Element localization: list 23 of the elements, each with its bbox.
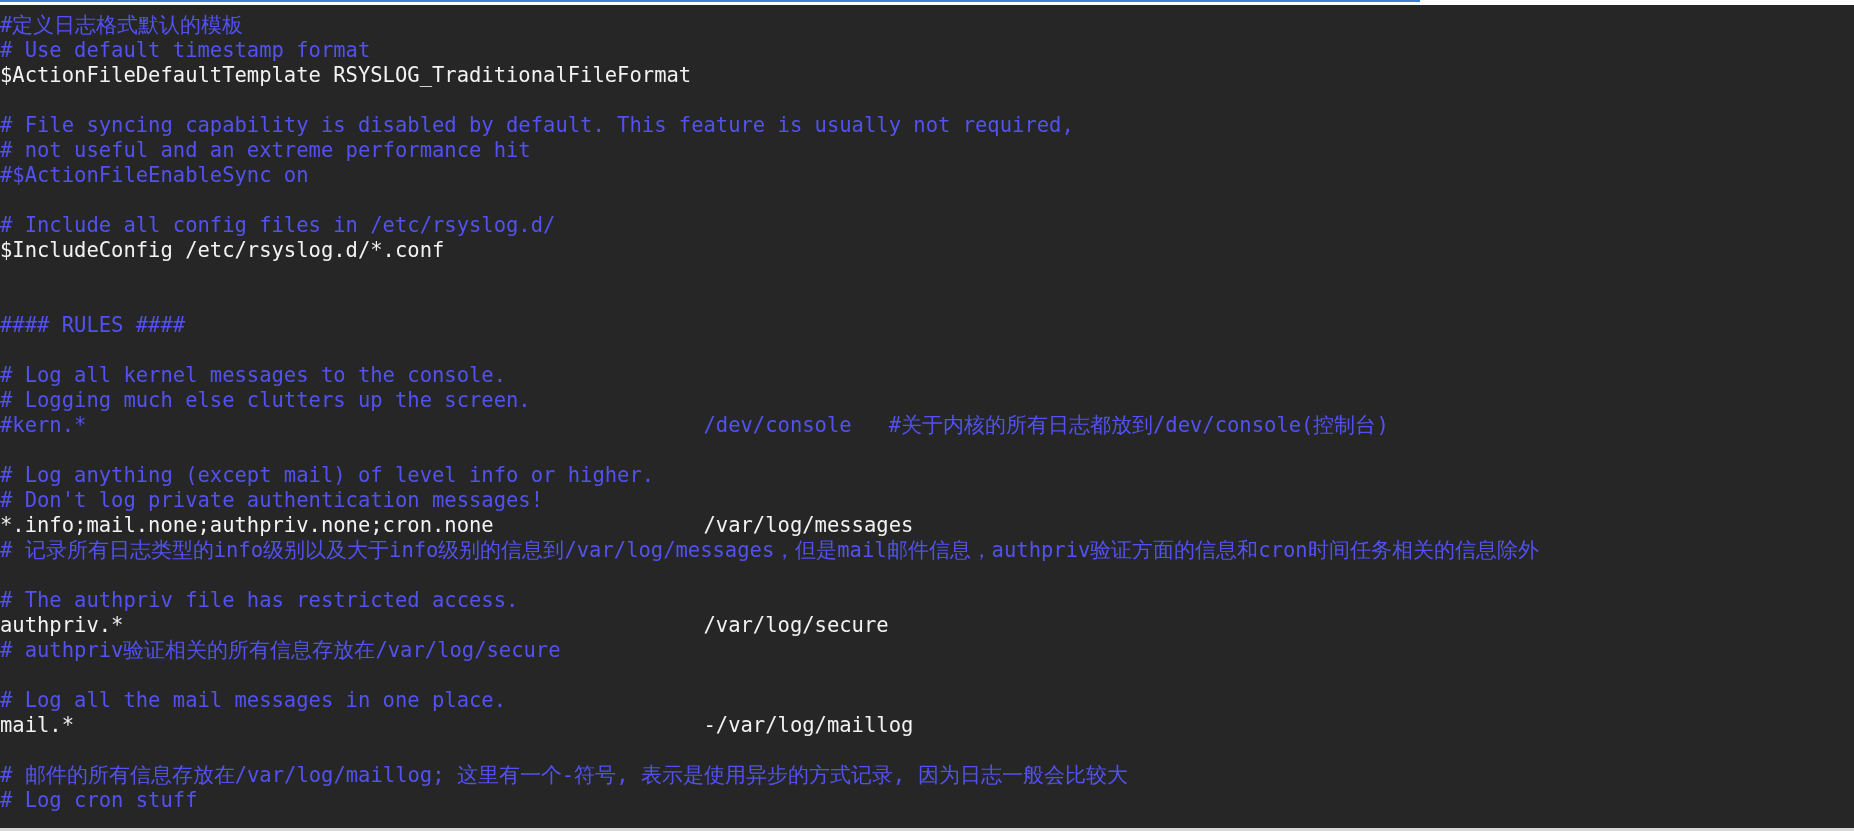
comment-line: # not useful and an extreme performance hit xyxy=(0,138,531,163)
comment-line: # Log cron stuff xyxy=(0,788,198,813)
comment-line: #kern.* /dev/console #关于内核的所有日志都放到/dev/console(控制台) xyxy=(0,413,1389,438)
comment-line: # Logging much else clutters up the screen. xyxy=(0,388,531,413)
comment-line: # 邮件的所有信息存放在/var/log/maillog; 这里有一个-符号, 表示是使用异步的方式记录, 因为日志一般会比较大 xyxy=(0,763,1128,788)
comment-line: # Log all kernel messages to the console. xyxy=(0,363,507,388)
comment-line: #$ActionFileEnableSync on xyxy=(0,163,309,188)
code-line: mail.* -/var/log/maillog xyxy=(0,713,914,738)
comment-line: #### RULES #### xyxy=(0,313,186,338)
comment-line: # Include all config files in /etc/rsyslog.d/ xyxy=(0,213,556,238)
code-line: $IncludeConfig /etc/rsyslog.d/*.conf xyxy=(0,238,445,263)
comment-line: # Use default timestamp format xyxy=(0,38,371,63)
code-line: *.info;mail.none;authpriv.none;cron.none /var/log/messages xyxy=(0,513,914,538)
comment-line: # File syncing capability is disabled by default. This feature is usually not required, xyxy=(0,113,1074,138)
comment-line: # 记录所有日志类型的info级别以及大于info级别的信息到/var/log/messages，但是mail邮件信息，authpriv验证方面的信息和cron时间任务相关的信息除外 xyxy=(0,538,1539,563)
comment-line: # Log anything (except mail) of level info or higher. xyxy=(0,463,655,488)
code-line: $ActionFileDefaultTemplate RSYSLOG_TraditionalFileFormat xyxy=(0,63,692,88)
comment-line: #定义日志格式默认的模板 xyxy=(0,13,244,38)
comment-line: # Don't log private authentication messages! xyxy=(0,488,544,513)
comment-line: # Log all the mail messages in one place. xyxy=(0,688,507,713)
comment-line: # authpriv验证相关的所有信息存放在/var/log/secure xyxy=(0,638,561,663)
comment-line: # The authpriv file has restricted access. xyxy=(0,588,519,613)
code-line: authpriv.* /var/log/secure xyxy=(0,613,889,638)
